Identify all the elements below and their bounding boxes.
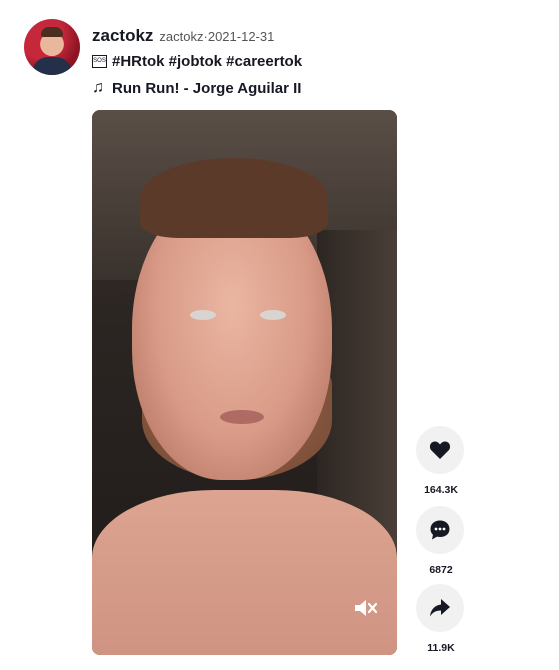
sos-icon: SOS bbox=[92, 55, 107, 68]
avatar-hair bbox=[41, 27, 63, 37]
like-action: 164.3K bbox=[416, 426, 466, 496]
speaker-muted-icon[interactable] bbox=[353, 597, 379, 619]
video-subject-torso bbox=[92, 490, 397, 655]
comment-icon bbox=[430, 520, 450, 540]
like-count: 164.3K bbox=[424, 484, 458, 496]
video-subject-mouth bbox=[220, 410, 264, 424]
share-count: 11.9K bbox=[427, 642, 455, 654]
heart-icon bbox=[429, 441, 451, 459]
like-button[interactable] bbox=[416, 426, 464, 474]
music-link[interactable]: ♫ Run Run! - Jorge Aguilar II bbox=[92, 79, 301, 97]
author-avatar[interactable] bbox=[24, 19, 80, 75]
share-button[interactable] bbox=[416, 584, 464, 632]
author-nickname: zactokz bbox=[159, 29, 204, 44]
share-icon bbox=[430, 599, 450, 617]
caption-hashtags[interactable]: #HRtok #jobtok #careertok bbox=[112, 53, 302, 70]
author-username[interactable]: zactokz bbox=[92, 26, 153, 46]
video-subject-hair bbox=[140, 158, 328, 238]
video-player[interactable] bbox=[92, 110, 397, 655]
video-subject-eye-right bbox=[260, 310, 286, 320]
music-title: Run Run! - Jorge Aguilar II bbox=[112, 79, 302, 97]
video-subject-eye-left bbox=[190, 310, 216, 320]
avatar-shirt bbox=[32, 57, 72, 75]
post-caption: SOS #HRtok #jobtok #careertok bbox=[92, 53, 302, 70]
share-action: 11.9K bbox=[416, 584, 466, 654]
author-info: zactokz zactokz · 2021-12-31 bbox=[92, 26, 274, 46]
post-date: 2021-12-31 bbox=[207, 29, 275, 44]
music-note-icon: ♫ bbox=[92, 79, 104, 96]
comment-count: 6872 bbox=[429, 564, 453, 576]
comment-action: 6872 bbox=[416, 506, 466, 576]
comment-button[interactable] bbox=[416, 506, 464, 554]
